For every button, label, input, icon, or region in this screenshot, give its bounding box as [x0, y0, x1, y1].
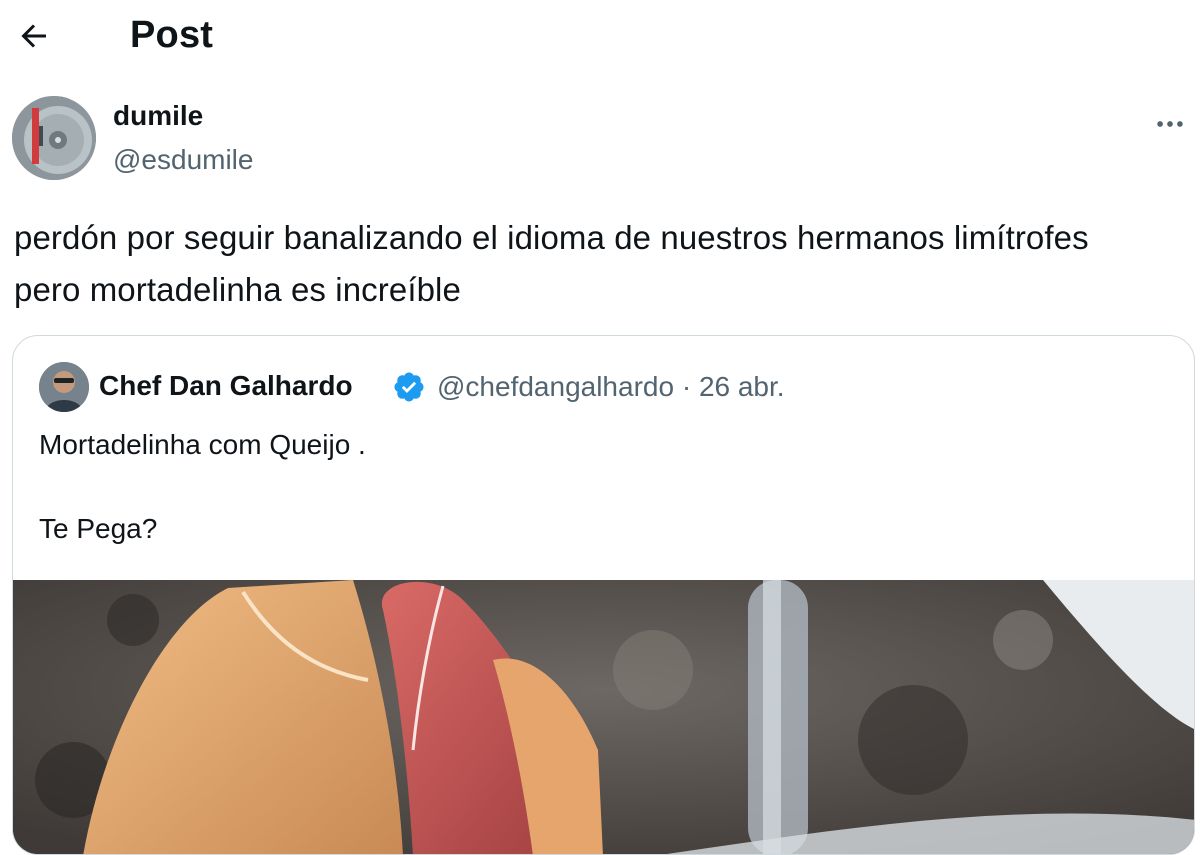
verified-badge-icon: [394, 372, 424, 402]
quoted-text-line: Te Pega?: [39, 513, 158, 544]
author-name[interactable]: dumile: [113, 100, 203, 132]
quoted-text-line: [39, 466, 1159, 508]
food-photo-image: [13, 580, 1194, 854]
top-bar: Post: [0, 0, 1200, 80]
avatar[interactable]: [12, 96, 96, 180]
back-button[interactable]: [12, 14, 56, 58]
quoted-text: Mortadelinha com Queijo . Te Pega?: [39, 424, 1159, 550]
more-button[interactable]: [1148, 102, 1192, 146]
chef-avatar-image: [39, 362, 89, 412]
quoted-author-name[interactable]: Chef Dan Galhardo: [99, 370, 353, 402]
arrow-left-icon: [21, 24, 46, 48]
quoted-post[interactable]: Chef Dan Galhardo @chefdangalhardo · 26 …: [12, 335, 1195, 855]
quoted-handle[interactable]: @chefdangalhardo: [437, 371, 674, 402]
more-horizontal-icon: [1157, 121, 1183, 127]
cd-avatar-image: [12, 96, 96, 180]
post-text: perdón por seguir banalizando el idioma …: [14, 219, 1089, 308]
author-handle[interactable]: @esdumile: [113, 144, 253, 176]
quoted-meta: @chefdangalhardo · 26 abr.: [437, 371, 785, 403]
quoted-text-line: Mortadelinha com Queijo .: [39, 429, 366, 460]
meta-separator: ·: [681, 371, 692, 402]
page-title: Post: [130, 14, 214, 56]
quoted-date[interactable]: 26 abr.: [699, 371, 785, 402]
quoted-avatar[interactable]: [39, 362, 89, 412]
post-author: dumile @esdumile: [12, 96, 1192, 182]
quoted-photo[interactable]: [13, 580, 1194, 854]
